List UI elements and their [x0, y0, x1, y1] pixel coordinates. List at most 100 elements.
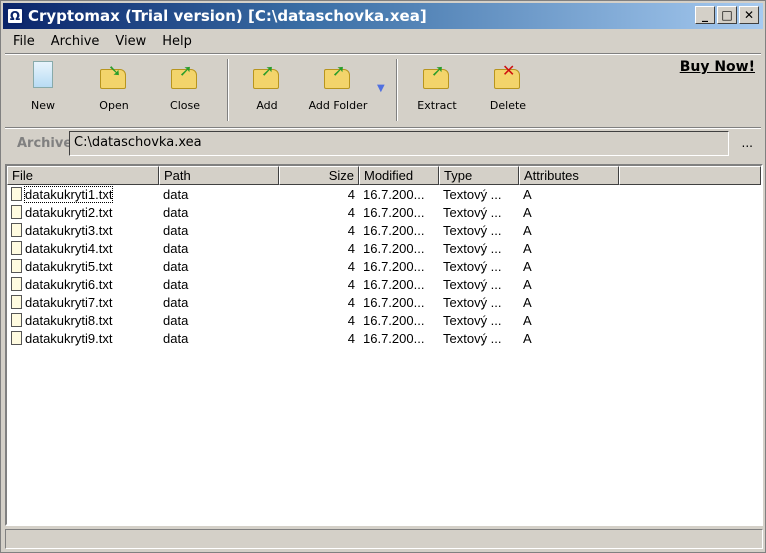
- toolbar-separator: [396, 59, 398, 121]
- title-bar: Ω Cryptomax (Trial version) [C:\datascho…: [3, 3, 763, 29]
- cell-text: A: [523, 186, 532, 202]
- cell-path: data: [159, 205, 279, 220]
- table-row[interactable]: datakukryti5.txt data 4 16.7.200... Textový …: [7, 257, 761, 275]
- cell-size: 4: [279, 223, 359, 238]
- delete-button[interactable]: ✕ Delete: [476, 61, 540, 112]
- dropdown-arrow-icon[interactable]: ▼: [377, 83, 385, 94]
- cell-text: 4: [347, 312, 355, 328]
- cell-text: A: [523, 330, 532, 346]
- cell-text: A: [523, 276, 532, 292]
- table-row[interactable]: datakukryti6.txt data 4 16.7.200... Textový …: [7, 275, 761, 293]
- table-row[interactable]: datakukryti4.txt data 4 16.7.200... Textový …: [7, 239, 761, 257]
- text-file-icon: [11, 294, 22, 309]
- table-row[interactable]: datakukryti2.txt data 4 16.7.200... Textový …: [7, 203, 761, 221]
- table-row[interactable]: datakukryti8.txt data 4 16.7.200... Textový …: [7, 311, 761, 329]
- cell-text: Textový ...: [443, 240, 502, 256]
- archive-label: Archive: [17, 136, 73, 151]
- new-file-icon: [29, 61, 57, 89]
- column-attributes[interactable]: Attributes: [519, 166, 619, 185]
- divider: [5, 127, 761, 129]
- maximize-button[interactable]: □: [717, 6, 737, 24]
- column-filler: [619, 166, 761, 185]
- add-icon: ➚: [253, 61, 281, 89]
- close-window-button[interactable]: ✕: [739, 6, 759, 24]
- cell-attributes: A: [519, 295, 619, 310]
- cell-size: 4: [279, 259, 359, 274]
- cell-path: data: [159, 259, 279, 274]
- cell-text: Textový ...: [443, 294, 502, 310]
- column-file[interactable]: File: [7, 166, 159, 185]
- cell-text: A: [523, 312, 532, 328]
- minimize-button[interactable]: _: [695, 6, 715, 24]
- cell-text: 4: [347, 222, 355, 238]
- column-modified[interactable]: Modified: [359, 166, 439, 185]
- menu-file[interactable]: File: [5, 34, 43, 49]
- cell-text: data: [163, 312, 189, 328]
- cell-size: 4: [279, 313, 359, 328]
- cell-type: Textový ...: [439, 295, 519, 310]
- cell-text: datakukryti1.txt: [23, 185, 114, 203]
- cell-file-name: datakukryti6.txt: [7, 276, 159, 292]
- cell-type: Textový ...: [439, 241, 519, 256]
- open-button[interactable]: ➘ Open: [82, 61, 146, 112]
- add-button[interactable]: ➚ Add: [235, 61, 299, 112]
- delete-icon: ✕: [494, 61, 522, 89]
- menu-bar: File Archive View Help: [5, 31, 200, 51]
- cell-size: 4: [279, 187, 359, 202]
- cell-type: Textový ...: [439, 331, 519, 346]
- cell-size: 4: [279, 205, 359, 220]
- cell-text: A: [523, 222, 532, 238]
- table-row[interactable]: datakukryti3.txt data 4 16.7.200... Textový …: [7, 221, 761, 239]
- cell-modified: 16.7.200...: [359, 331, 439, 346]
- column-size[interactable]: Size: [279, 166, 359, 185]
- cell-text: Textový ...: [443, 186, 502, 202]
- menu-view[interactable]: View: [107, 34, 154, 49]
- cell-path: data: [159, 331, 279, 346]
- window-title: Cryptomax (Trial version) [C:\dataschovk…: [28, 7, 427, 25]
- open-folder-icon: ➘: [100, 61, 128, 89]
- cell-attributes: A: [519, 331, 619, 346]
- cell-attributes: A: [519, 259, 619, 274]
- cell-type: Textový ...: [439, 313, 519, 328]
- cell-text: 16.7.200...: [363, 276, 425, 292]
- add-folder-icon: ➚: [324, 61, 352, 89]
- add-label: Add: [256, 99, 278, 112]
- cell-path: data: [159, 187, 279, 202]
- column-path[interactable]: Path: [159, 166, 279, 185]
- menu-archive[interactable]: Archive: [43, 34, 108, 49]
- cell-attributes: A: [519, 241, 619, 256]
- cell-modified: 16.7.200...: [359, 187, 439, 202]
- cell-text: 16.7.200...: [363, 294, 425, 310]
- column-type[interactable]: Type: [439, 166, 519, 185]
- menu-help[interactable]: Help: [154, 34, 200, 49]
- cell-text: 16.7.200...: [363, 186, 425, 202]
- buy-now-link[interactable]: Buy Now!: [680, 59, 755, 75]
- cell-text: 4: [347, 204, 355, 220]
- new-button[interactable]: New: [11, 61, 75, 112]
- cell-text: Textový ...: [443, 312, 502, 328]
- divider: [5, 53, 761, 55]
- file-list[interactable]: File Path Size Modified Type Attributes …: [5, 164, 763, 526]
- cell-text: datakukryti2.txt: [25, 204, 113, 220]
- table-row[interactable]: datakukryti9.txt data 4 16.7.200... Textový …: [7, 329, 761, 347]
- cell-text: A: [523, 294, 532, 310]
- cell-path: data: [159, 241, 279, 256]
- table-row[interactable]: datakukryti1.txt data 4 16.7.200... Textový …: [7, 185, 761, 203]
- cell-size: 4: [279, 277, 359, 292]
- cell-modified: 16.7.200...: [359, 259, 439, 274]
- extract-label: Extract: [417, 99, 457, 112]
- close-button[interactable]: ➚ Close: [153, 61, 217, 112]
- table-row[interactable]: datakukryti7.txt data 4 16.7.200... Textový …: [7, 293, 761, 311]
- cell-text: A: [523, 258, 532, 274]
- browse-button[interactable]: ...: [742, 136, 753, 150]
- archive-path-field[interactable]: C:\dataschovka.xea: [69, 131, 729, 156]
- text-file-icon: [11, 186, 22, 201]
- extract-button[interactable]: ➚ Extract: [405, 61, 469, 112]
- cell-file-name: datakukryti9.txt: [7, 330, 159, 346]
- text-file-icon: [11, 258, 22, 273]
- cell-file-name: datakukryti8.txt: [7, 312, 159, 328]
- add-folder-button[interactable]: ➚ Add Folder: [303, 61, 373, 112]
- cell-text: datakukryti5.txt: [25, 258, 113, 274]
- new-label: New: [31, 99, 55, 112]
- cell-text: datakukryti9.txt: [25, 330, 113, 346]
